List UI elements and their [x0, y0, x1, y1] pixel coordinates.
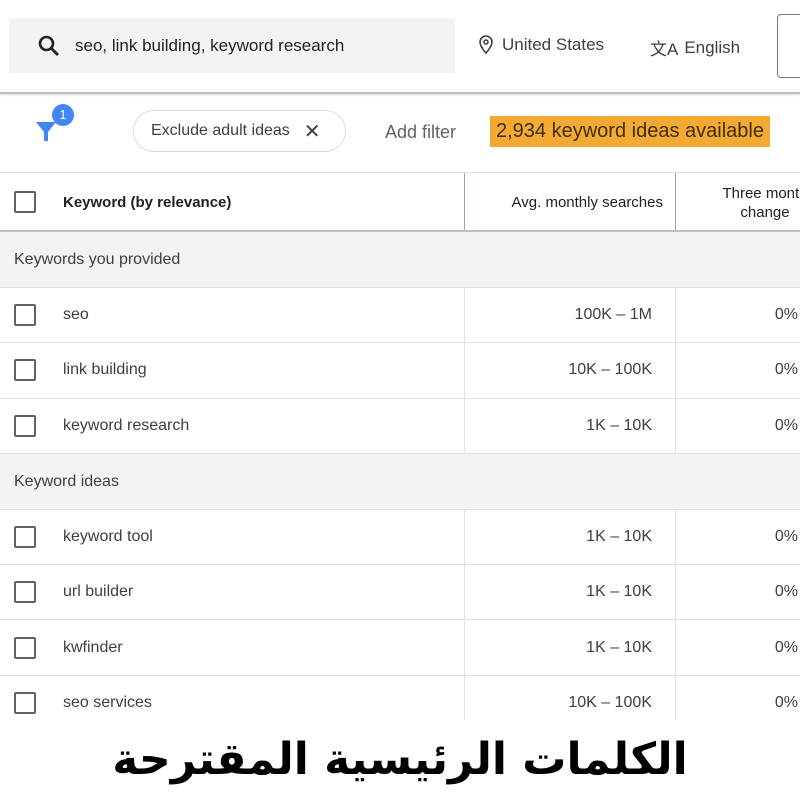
keyword-cell[interactable]: seo: [63, 306, 89, 324]
column-three-month-change[interactable]: Three month change: [700, 184, 800, 222]
select-all-checkbox[interactable]: [14, 191, 36, 213]
filter-bar: Exclude adult ideas ✕ Add filter 2,934 k…: [0, 94, 800, 172]
avg-searches-cell: 100K – 1M: [574, 306, 652, 323]
table-header: Keyword (by relevance) Avg. monthly sear…: [0, 172, 800, 232]
location-selector[interactable]: United States: [478, 35, 604, 55]
table-row: seo services 10K – 100K 0%: [0, 675, 800, 721]
close-icon[interactable]: ✕: [304, 119, 321, 144]
three-month-change-cell: 0%: [774, 361, 798, 379]
search-icon: [38, 35, 59, 56]
avg-searches-cell: 1K – 10K: [586, 527, 652, 545]
keyword-cell[interactable]: url builder: [63, 583, 133, 601]
avg-searches-cell: 1K – 10K: [586, 416, 652, 434]
group-label: Keywords you provided: [14, 251, 181, 268]
three-month-change-cell: 0%: [774, 306, 798, 323]
location-pin-icon: [479, 35, 493, 55]
location-label: United States: [502, 35, 605, 54]
row-checkbox[interactable]: [14, 636, 36, 659]
keyword-cell[interactable]: keyword tool: [63, 528, 153, 546]
row-checkbox[interactable]: [14, 581, 36, 604]
group-label: Keyword ideas: [14, 472, 119, 490]
filter-count-badge: 1: [52, 104, 74, 126]
three-month-change-cell: 0%: [774, 638, 798, 656]
group-header: Keywords you provided: [0, 232, 800, 288]
column-keyword[interactable]: Keyword (by relevance): [63, 194, 231, 211]
row-checkbox[interactable]: [14, 414, 36, 437]
three-month-change-cell: 0%: [774, 693, 798, 711]
keyword-cell[interactable]: link building: [63, 361, 147, 379]
column-avg-monthly-searches[interactable]: Avg. monthly searches: [512, 194, 663, 211]
avg-searches-cell: 1K – 10K: [586, 638, 652, 656]
row-checkbox[interactable]: [14, 525, 36, 548]
avg-searches-cell: 10K – 100K: [568, 693, 652, 711]
chip-label: Exclude adult ideas: [151, 122, 290, 139]
row-checkbox[interactable]: [14, 691, 36, 714]
table-row: keyword research 1K – 10K 0%: [0, 398, 800, 454]
search-input[interactable]: seo, link building, keyword research: [9, 18, 455, 73]
three-month-change-cell: 0%: [774, 416, 798, 434]
keyword-cell[interactable]: kwfinder: [63, 639, 123, 657]
language-label: English: [684, 37, 741, 57]
keyword-ideas-count: 2,934 keyword ideas available: [490, 116, 770, 147]
three-month-change-cell: 0%: [774, 583, 798, 601]
three-month-change-cell: 0%: [774, 527, 798, 545]
row-checkbox[interactable]: [14, 359, 36, 382]
table-row: keyword tool 1K – 10K 0%: [0, 509, 800, 566]
translate-icon: 文A: [650, 40, 679, 59]
table-row: url builder 1K – 10K 0%: [0, 565, 800, 621]
table-row: kwfinder 1K – 10K 0%: [0, 620, 800, 676]
avg-searches-cell: 10K – 100K: [568, 361, 652, 379]
keyword-cell[interactable]: keyword research: [63, 417, 189, 435]
language-selector[interactable]: 文A English: [650, 35, 740, 60]
row-checkbox[interactable]: [14, 304, 36, 326]
top-bar: seo, link building, keyword research Uni…: [0, 0, 800, 94]
exclude-adult-ideas-chip[interactable]: Exclude adult ideas ✕: [133, 110, 346, 152]
caption: الكلمات الرئيسية المقترحة: [0, 720, 800, 800]
table-row: seo 100K – 1M 0%: [0, 288, 800, 344]
date-range-button[interactable]: [777, 14, 800, 78]
group-header: Keyword ideas: [0, 453, 800, 510]
search-value: seo, link building, keyword research: [75, 35, 345, 55]
add-filter-button[interactable]: Add filter: [385, 122, 456, 143]
keyword-cell[interactable]: seo services: [63, 694, 152, 712]
avg-searches-cell: 1K – 10K: [586, 583, 652, 601]
table-row: link building 10K – 100K 0%: [0, 343, 800, 399]
